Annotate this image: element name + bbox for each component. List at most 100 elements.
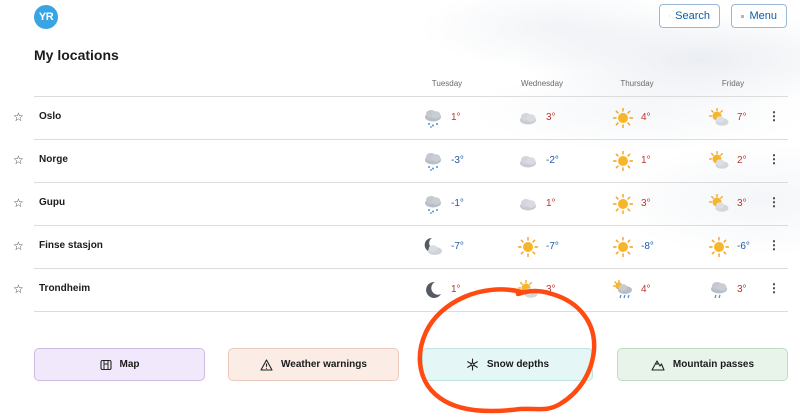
forecast-cell: -8° xyxy=(613,237,663,257)
temperature-value: 3° xyxy=(737,198,747,209)
forecast-cell: 4° xyxy=(613,280,663,300)
forecast-cell: -2° xyxy=(518,151,568,171)
cloud-icon xyxy=(520,199,536,211)
forecast-cell: 2° xyxy=(709,151,759,171)
temperature-value: 4° xyxy=(641,284,651,295)
hamburger-icon xyxy=(741,14,745,18)
sun-icon xyxy=(613,194,633,214)
snowflake-icon xyxy=(467,358,478,371)
location-row[interactable]: ☆ Gupu -1° 1° 3° 3° ⋮ xyxy=(0,182,800,225)
temperature-value: -1° xyxy=(451,198,464,209)
location-row[interactable]: ☆ Norge -3° -2° 1° 2° ⋮ xyxy=(0,139,800,182)
rain-cloud-icon xyxy=(711,282,727,299)
location-name[interactable]: Trondheim xyxy=(39,283,90,294)
weather-warnings-tile[interactable]: Weather warnings xyxy=(228,348,399,381)
day-header-tuesday: Tuesday xyxy=(431,79,463,88)
cloud-icon xyxy=(520,156,536,168)
snow-depths-label: Snow depths xyxy=(486,359,550,370)
weather-warnings-label: Weather warnings xyxy=(281,359,367,370)
favorite-star-icon[interactable]: ☆ xyxy=(13,110,24,124)
forecast-cell: -1° xyxy=(423,194,473,214)
mountain-passes-tile[interactable]: Mountain passes xyxy=(617,348,788,381)
location-row[interactable]: ☆ Trondheim 1° 3° 4° 3° ⋮ xyxy=(0,268,800,311)
moon-cloud-icon xyxy=(424,237,442,255)
sun-icon xyxy=(709,237,729,257)
day-header-friday: Friday xyxy=(721,79,745,88)
temperature-value: 3° xyxy=(737,284,747,295)
mountain-passes-label: Mountain passes xyxy=(672,359,755,370)
temperature-value: 3° xyxy=(641,198,651,209)
forecast-cell: 1° xyxy=(613,151,663,171)
forecast-cell: 3° xyxy=(709,280,759,300)
more-options-icon[interactable]: ⋮ xyxy=(768,282,780,294)
search-label: Search xyxy=(675,10,710,22)
map-icon xyxy=(99,359,112,370)
forecast-cell: 7° xyxy=(709,108,759,128)
forecast-cell: 1° xyxy=(423,108,473,128)
forecast-cell: 3° xyxy=(613,194,663,214)
more-options-icon[interactable]: ⋮ xyxy=(768,110,780,122)
forecast-cell: 1° xyxy=(518,194,568,214)
partly-cloudy-icon xyxy=(709,151,729,169)
temperature-value: -6° xyxy=(737,241,750,252)
forecast-cell: 3° xyxy=(518,280,568,300)
more-options-icon[interactable]: ⋮ xyxy=(768,239,780,251)
sun-icon xyxy=(613,237,633,257)
row-divider xyxy=(34,311,788,312)
location-name[interactable]: Oslo xyxy=(39,111,61,122)
location-name[interactable]: Norge xyxy=(39,154,68,165)
yr-logo[interactable]: YR xyxy=(34,5,58,29)
partly-cloudy-icon xyxy=(518,280,538,298)
temperature-value: -7° xyxy=(451,241,464,252)
temperature-value: 2° xyxy=(737,155,747,166)
search-icon xyxy=(669,15,671,17)
favorite-star-icon[interactable]: ☆ xyxy=(13,196,24,210)
temperature-value: 1° xyxy=(546,198,556,209)
temperature-value: 1° xyxy=(451,112,461,123)
moon-icon xyxy=(426,281,441,298)
snow-cloud-icon xyxy=(425,153,441,171)
temperature-value: -2° xyxy=(546,155,559,166)
temperature-value: 4° xyxy=(641,112,651,123)
map-tile[interactable]: Map xyxy=(34,348,205,381)
favorite-star-icon[interactable]: ☆ xyxy=(13,239,24,253)
temperature-value: -8° xyxy=(641,241,654,252)
forecast-cell: 1° xyxy=(423,280,473,300)
more-options-icon[interactable]: ⋮ xyxy=(768,153,780,165)
mountain-icon xyxy=(651,359,665,371)
forecast-cell: -7° xyxy=(423,237,473,257)
forecast-cell: -6° xyxy=(709,237,759,257)
day-header-wednesday: Wednesday xyxy=(520,79,564,88)
day-header-thursday: Thursday xyxy=(620,79,654,88)
forecast-cell: 3° xyxy=(518,108,568,128)
favorite-star-icon[interactable]: ☆ xyxy=(13,282,24,296)
location-name[interactable]: Gupu xyxy=(39,197,65,208)
sun-rain-cloud-icon xyxy=(613,280,632,299)
map-tile-label: Map xyxy=(119,359,140,370)
forecast-cell: 4° xyxy=(613,108,663,128)
sun-icon xyxy=(613,151,633,171)
cloud-icon xyxy=(520,113,536,125)
location-row[interactable]: ☆ Oslo 1° 3° 4° 7° ⋮ xyxy=(0,96,800,139)
favorite-star-icon[interactable]: ☆ xyxy=(13,153,24,167)
snow-cloud-icon xyxy=(425,110,441,128)
warning-icon xyxy=(260,358,273,371)
temperature-value: 7° xyxy=(737,112,747,123)
forecast-cell: 3° xyxy=(709,194,759,214)
snow-depths-tile[interactable]: Snow depths xyxy=(422,348,593,381)
sun-icon xyxy=(613,108,633,128)
location-name[interactable]: Finse stasjon xyxy=(39,240,103,251)
forecast-cell: -7° xyxy=(518,237,568,257)
menu-button[interactable]: Menu xyxy=(731,4,787,28)
temperature-value: -7° xyxy=(546,241,559,252)
snow-cloud-icon xyxy=(425,196,441,214)
temperature-value: -3° xyxy=(451,155,464,166)
menu-label: Menu xyxy=(749,10,777,22)
temperature-value: 3° xyxy=(546,112,556,123)
location-row[interactable]: ☆ Finse stasjon -7° -7° -8° -6° ⋮ xyxy=(0,225,800,268)
page-title: My locations xyxy=(34,47,119,63)
more-options-icon[interactable]: ⋮ xyxy=(768,196,780,208)
partly-cloudy-icon xyxy=(709,108,729,126)
sun-icon xyxy=(518,237,538,257)
search-button[interactable]: Search xyxy=(659,4,720,28)
